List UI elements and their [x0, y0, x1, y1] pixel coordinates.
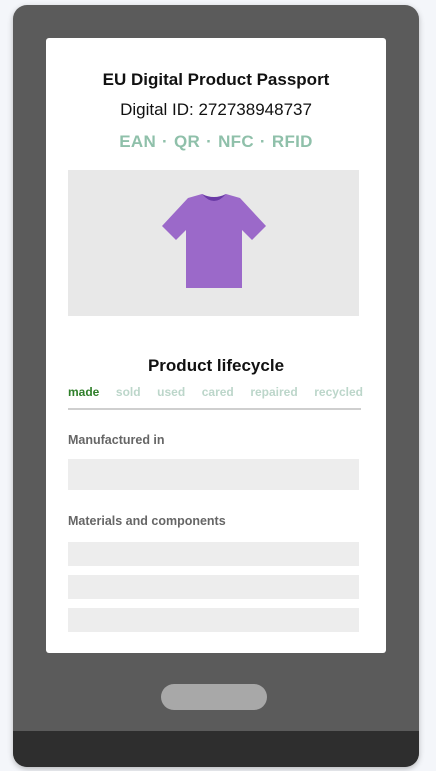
passport-title: EU Digital Product Passport [102, 70, 330, 89]
lifecycle-title: Product lifecycle [147, 356, 285, 375]
materials-placeholder-2 [68, 575, 359, 599]
tag-separator: · [259, 132, 266, 151]
product-image-panel [68, 170, 359, 316]
materials-placeholder-3 [68, 608, 359, 632]
lifecycle-divider [68, 408, 361, 410]
tshirt-body [162, 194, 266, 288]
stage-used[interactable]: used [157, 385, 185, 399]
stage-cared[interactable]: cared [202, 385, 234, 399]
digital-id: Digital ID: 272738948737 [120, 100, 312, 119]
stage-made[interactable]: made [68, 385, 99, 399]
materials-placeholder-1 [68, 542, 359, 566]
tag-nfc[interactable]: NFC [218, 132, 254, 151]
materials-label: Materials and components [68, 514, 226, 528]
tag-qr[interactable]: QR [174, 132, 200, 151]
phone-frame: EU Digital Product Passport Digital ID: … [13, 5, 419, 767]
tshirt-icon [162, 194, 266, 288]
tech-tags: EAN · QR · NFC · RFID [46, 132, 386, 152]
stage-recycled[interactable]: recycled [314, 385, 363, 399]
tag-separator: · [162, 132, 168, 151]
phone-bottom-bezel [13, 731, 419, 767]
stage-repaired[interactable]: repaired [250, 385, 297, 399]
tag-rfid[interactable]: RFID [272, 132, 313, 151]
manufactured-placeholder [68, 459, 359, 490]
stage-sold[interactable]: sold [116, 385, 141, 399]
tag-separator: · [206, 132, 213, 151]
manufactured-label: Manufactured in [68, 433, 165, 447]
home-button[interactable] [161, 684, 267, 710]
lifecycle-stages: made sold used cared repaired recycled [68, 385, 363, 399]
tag-ean[interactable]: EAN [119, 132, 156, 151]
phone-screen: EU Digital Product Passport Digital ID: … [46, 38, 386, 653]
